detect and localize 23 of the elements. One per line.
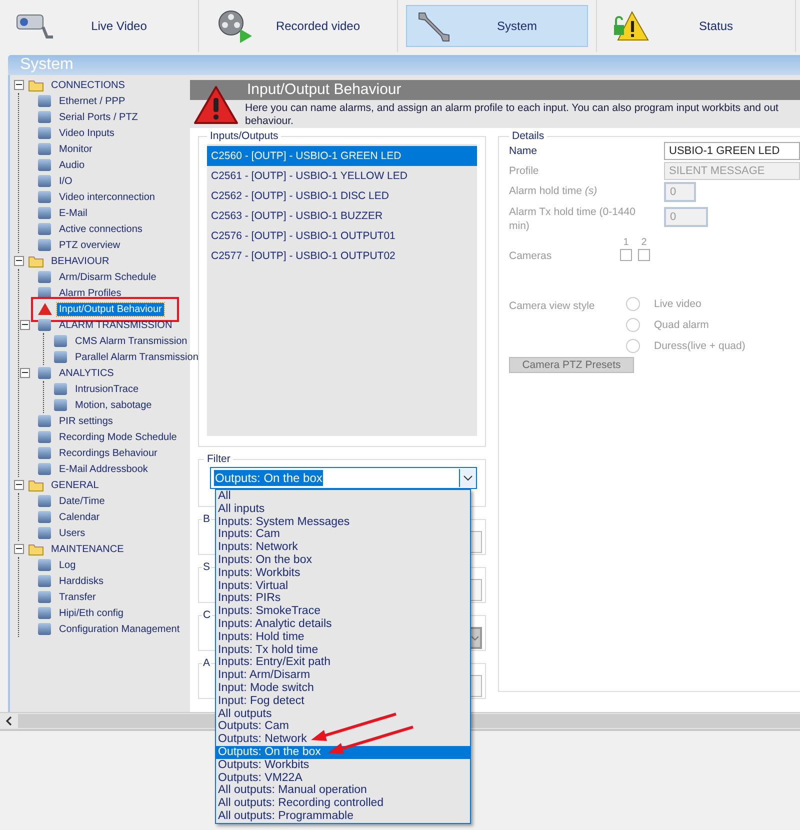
selected-value: Outputs: On the box	[214, 470, 324, 486]
field-label: Alarm Tx hold time (0-1440 min)	[509, 205, 636, 233]
window-title: System	[8, 55, 800, 75]
camera-number: 2	[641, 237, 647, 249]
field-label: Profile	[509, 164, 540, 178]
camera-number: 1	[623, 237, 629, 249]
group-title: Filter	[206, 453, 232, 465]
group-title: Inputs/Outputs	[209, 130, 280, 142]
field-label: Alarm hold time (s)	[509, 184, 598, 198]
group-title: S	[202, 561, 212, 573]
field-label: Camera view style	[509, 299, 596, 313]
radio-label: Duress(live + quad)	[654, 340, 746, 352]
radio-label: Quad alarm	[654, 319, 709, 331]
group-title: B	[202, 513, 212, 525]
description-text: behaviour.	[245, 115, 294, 128]
field-label: Name	[509, 144, 538, 158]
description-text: Here you can name alarms, and assign an alarm profile to each input. You can also program input workbits and out	[245, 102, 780, 115]
radio-label: Live video	[654, 298, 702, 310]
page-title: Input/Output Behaviour	[190, 80, 800, 100]
group-title: A	[202, 657, 212, 669]
field-label: Cameras	[509, 249, 553, 263]
group-title: Details	[511, 131, 546, 142]
group-title: C	[202, 609, 212, 621]
